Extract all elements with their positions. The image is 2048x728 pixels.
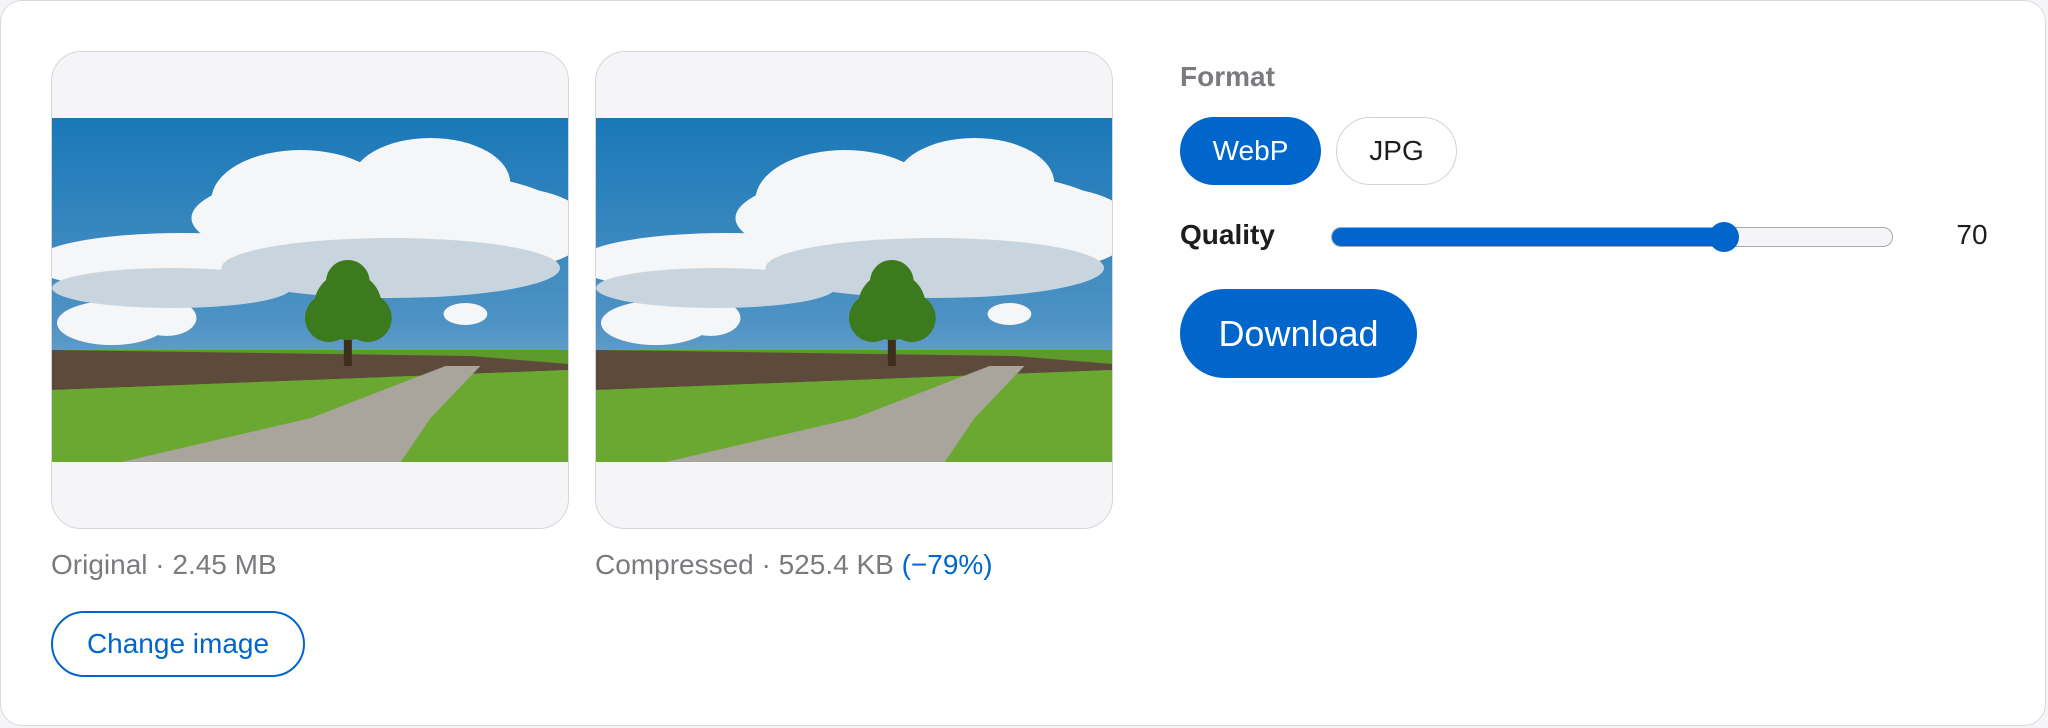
compressor-card: Original · 2.45 MB Compressed · 525.4 KB… — [0, 0, 2046, 726]
change-image-button[interactable]: Change image — [51, 611, 305, 677]
original-caption: Original · 2.45 MB — [51, 549, 277, 580]
quality-label: Quality — [1180, 219, 1275, 250]
compressed-caption: Compressed · 525.4 KB (−79%) — [595, 549, 993, 581]
compressed-preview — [595, 51, 1113, 529]
format-jpg-button[interactable]: JPG — [1336, 117, 1457, 185]
original-photo — [52, 118, 568, 462]
original-preview — [51, 51, 569, 529]
compressed-size: Compressed · 525.4 KB — [595, 549, 894, 580]
format-label: Format — [1180, 61, 1275, 92]
quality-value: 70 — [1956, 219, 1988, 250]
quality-slider[interactable] — [1331, 222, 1893, 252]
format-webp-button[interactable]: WebP — [1180, 117, 1321, 185]
savings-percent: (−79%) — [901, 549, 993, 580]
quality-slider-thumb[interactable] — [1709, 222, 1739, 252]
compressed-photo — [596, 118, 1112, 462]
quality-slider-fill — [1332, 228, 1724, 246]
download-button[interactable]: Download — [1180, 289, 1417, 378]
